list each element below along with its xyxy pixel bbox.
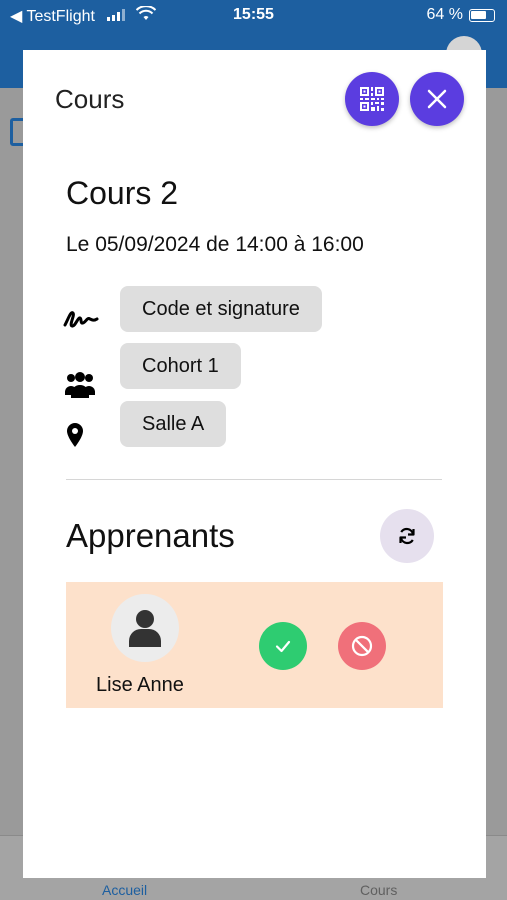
user-icon bbox=[129, 610, 161, 647]
course-modal: Cours Cours 2 Le 05/09/2024 de 14:00 à 1… bbox=[23, 50, 486, 878]
tab-accueil[interactable]: Accueil bbox=[102, 882, 147, 898]
room-chip: Salle A bbox=[120, 401, 227, 447]
course-title: Cours 2 bbox=[66, 175, 179, 211]
learner-name: Lise Anne bbox=[96, 674, 184, 696]
status-bar: ◀ TestFlight 15:55 64 % bbox=[0, 0, 507, 30]
mark-present-button[interactable] bbox=[259, 622, 307, 670]
check-icon bbox=[275, 640, 291, 653]
ban-icon bbox=[351, 635, 373, 657]
close-button[interactable] bbox=[410, 72, 464, 126]
refresh-icon bbox=[399, 527, 415, 545]
battery-percent: 64 % bbox=[426, 6, 463, 23]
tab-cours[interactable]: Cours bbox=[360, 882, 397, 898]
modal-title: Cours bbox=[55, 84, 125, 114]
mark-absent-button[interactable] bbox=[338, 622, 386, 670]
course-date: Le 05/09/2024 de 14:00 à 16:00 bbox=[66, 233, 364, 256]
cohort-chip: Cohort 1 bbox=[120, 343, 241, 389]
learner-avatar bbox=[111, 594, 179, 662]
qr-code-button[interactable] bbox=[345, 72, 399, 126]
battery-icon bbox=[469, 8, 495, 22]
qr-code-icon bbox=[360, 87, 384, 111]
close-icon bbox=[427, 89, 447, 109]
divider bbox=[66, 479, 442, 480]
signature-mode-chip: Code et signature bbox=[120, 286, 322, 332]
refresh-button[interactable] bbox=[380, 509, 434, 563]
users-icon bbox=[65, 372, 95, 398]
location-pin-icon bbox=[67, 423, 83, 447]
signature-icon bbox=[63, 311, 99, 328]
learner-card: Lise Anne bbox=[66, 582, 443, 708]
battery-indicator: 64 % bbox=[427, 6, 495, 24]
learners-title: Apprenants bbox=[66, 517, 235, 554]
